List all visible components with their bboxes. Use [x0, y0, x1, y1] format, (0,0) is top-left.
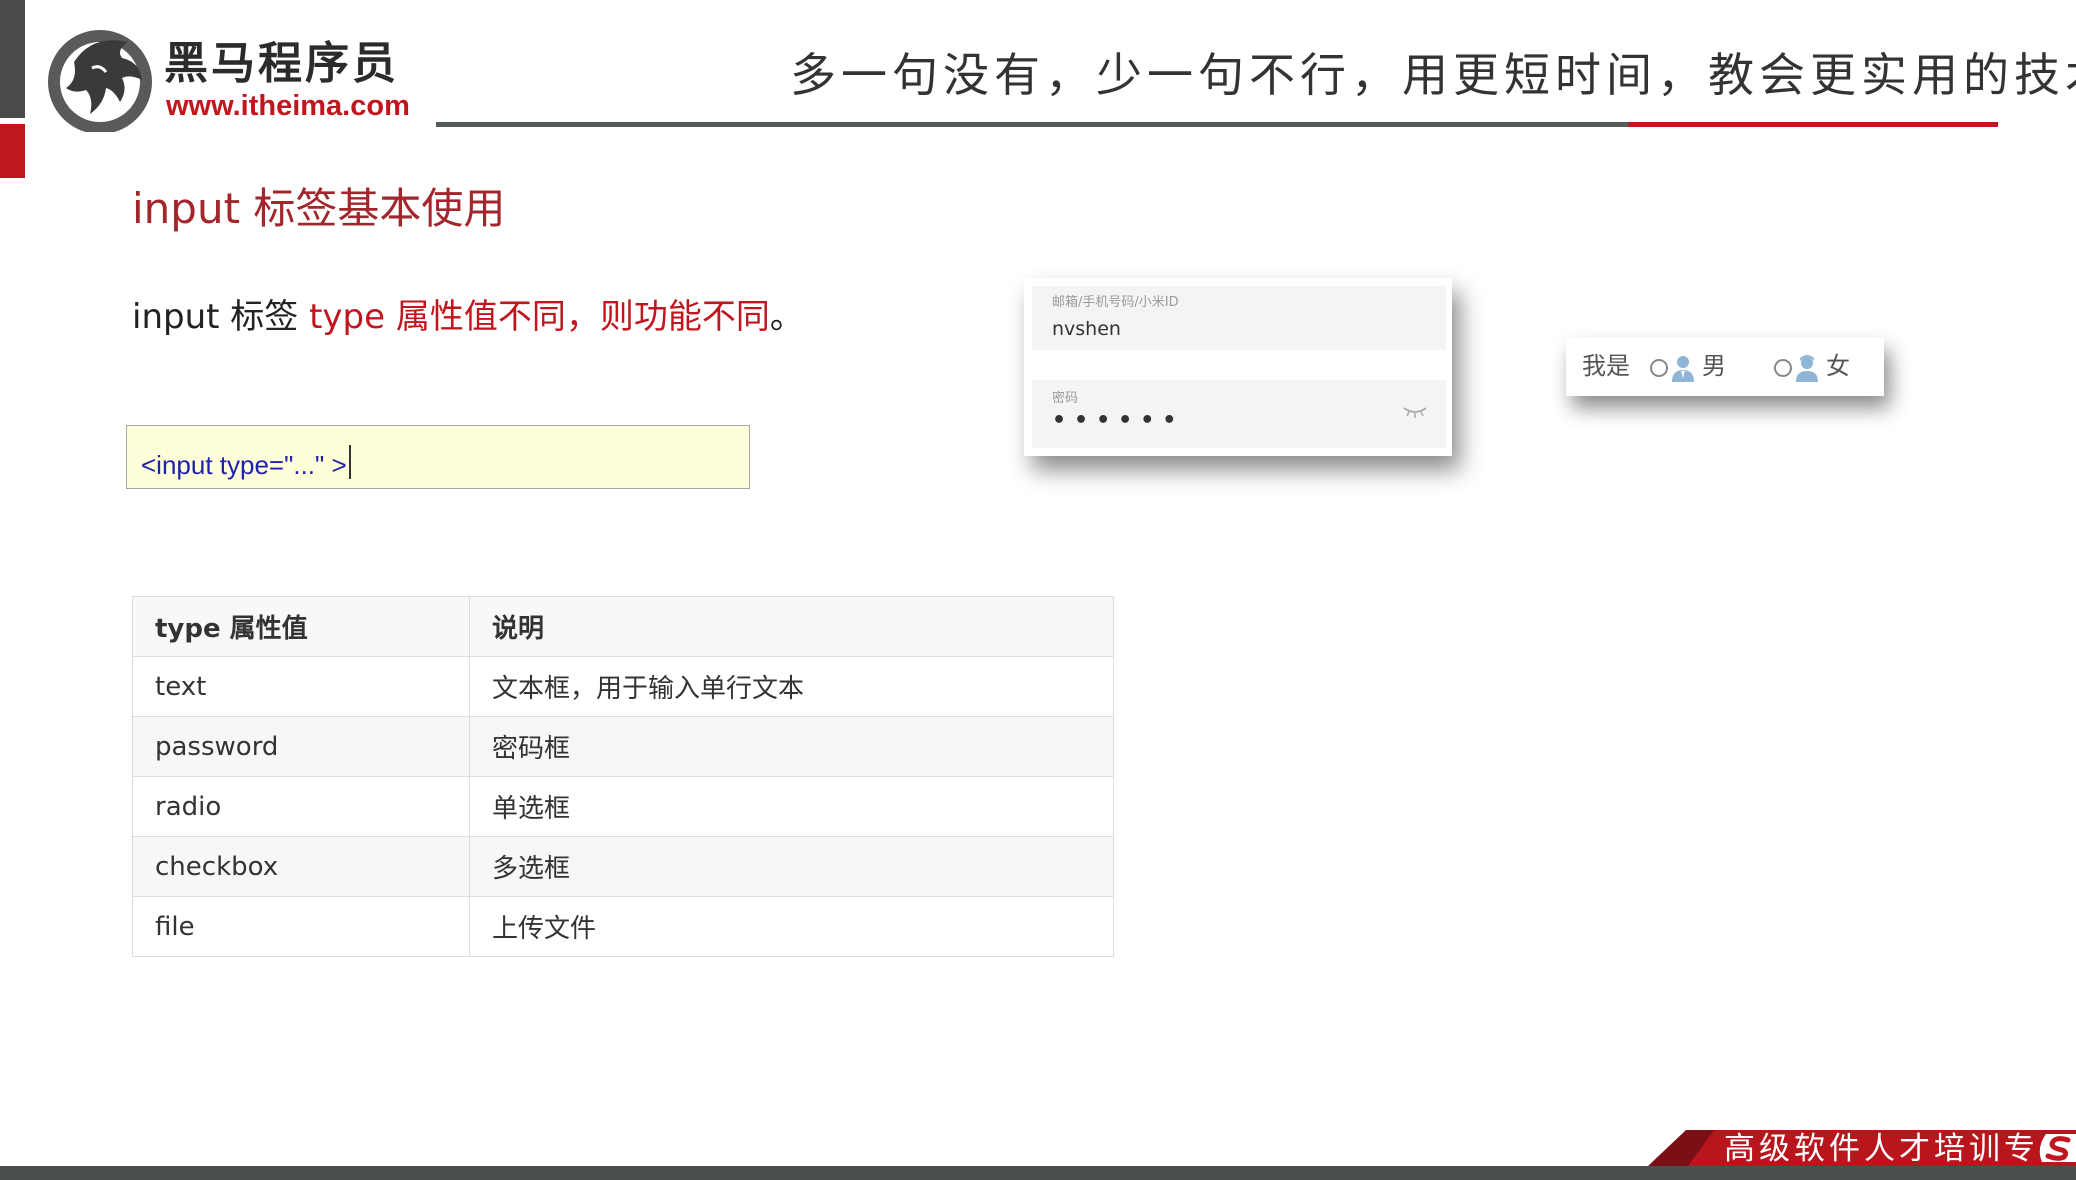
left-accent-bar-red [0, 124, 25, 178]
left-accent-bar-gray [0, 0, 25, 118]
description-cell: 文本框，用于输入单行文本 [469, 656, 1114, 717]
brand-s-logo-icon [2039, 1134, 2076, 1162]
login-demo-card: 邮箱/手机号码/小米ID nvshen 密码 •••••• [1024, 278, 1452, 456]
male-user-icon [1672, 356, 1694, 382]
slide-description: input 标签 type 属性值不同，则功能不同。 [132, 300, 804, 334]
type-cell: password [132, 716, 470, 777]
brand-name: 黑马程序员 [164, 38, 399, 89]
type-cell: radio [132, 776, 470, 837]
radio-male[interactable] [1650, 359, 1668, 377]
header-slogan: 多一句没有，少一句不行，用更短时间，教会更实用的技术! [790, 48, 2076, 102]
description-cell: 单选框 [469, 776, 1114, 837]
password-field[interactable]: 密码 •••••• [1032, 380, 1446, 448]
eye-closed-icon[interactable] [1402, 404, 1428, 420]
header-description: 说明 [469, 596, 1114, 657]
code-snippet: <input type="..." > [141, 445, 351, 480]
table-row: password 密码框 [132, 716, 1114, 777]
description-cell: 上传文件 [469, 896, 1114, 957]
slide-title: input 标签基本使用 [132, 184, 506, 233]
gender-female-label: 女 [1826, 352, 1850, 380]
type-cell: file [132, 896, 470, 957]
brand-url: www.itheima.com [166, 90, 410, 122]
password-label: 密码 [1052, 391, 1079, 406]
header-rule [436, 122, 1628, 127]
code-text: <input type="..." > [141, 450, 347, 480]
desc-highlight: type 属性值不同，则功能不同 [309, 297, 770, 337]
type-cell: text [132, 656, 470, 717]
table-row: checkbox 多选框 [132, 836, 1114, 897]
password-value: •••••• [1052, 408, 1185, 433]
radio-female[interactable] [1774, 359, 1792, 377]
header-rule-accent [1628, 122, 1998, 127]
header-type: type 属性值 [132, 596, 470, 657]
type-values-table: type 属性值 说明 text 文本框，用于输入单行文本 password 密… [132, 596, 1114, 957]
footer-tagline: 高级软件人才培训专 [1724, 1131, 2039, 1167]
username-value: nvshen [1052, 318, 1121, 340]
username-label: 邮箱/手机号码/小米ID [1052, 295, 1179, 310]
female-user-icon [1796, 355, 1818, 382]
description-cell: 密码框 [469, 716, 1114, 777]
type-cell: checkbox [132, 836, 470, 897]
table-row: radio 单选框 [132, 776, 1114, 837]
gender-prompt: 我是 [1582, 352, 1630, 380]
description-cell: 多选框 [469, 836, 1114, 897]
text-caret [348, 445, 351, 480]
desc-suffix: 。 [769, 297, 804, 337]
gender-male-label: 男 [1702, 352, 1726, 380]
code-snippet-box: <input type="..." > [126, 425, 750, 489]
table-header-row: type 属性值 说明 [132, 596, 1114, 657]
gender-demo-card: 我是 男 女 [1566, 338, 1884, 396]
table-row: text 文本框，用于输入单行文本 [132, 656, 1114, 717]
table-row: file 上传文件 [132, 896, 1114, 957]
username-field[interactable]: 邮箱/手机号码/小米ID nvshen [1032, 286, 1446, 350]
desc-prefix: input 标签 [132, 297, 310, 337]
horse-logo-icon [48, 30, 152, 132]
footer-bar [0, 1166, 2076, 1180]
